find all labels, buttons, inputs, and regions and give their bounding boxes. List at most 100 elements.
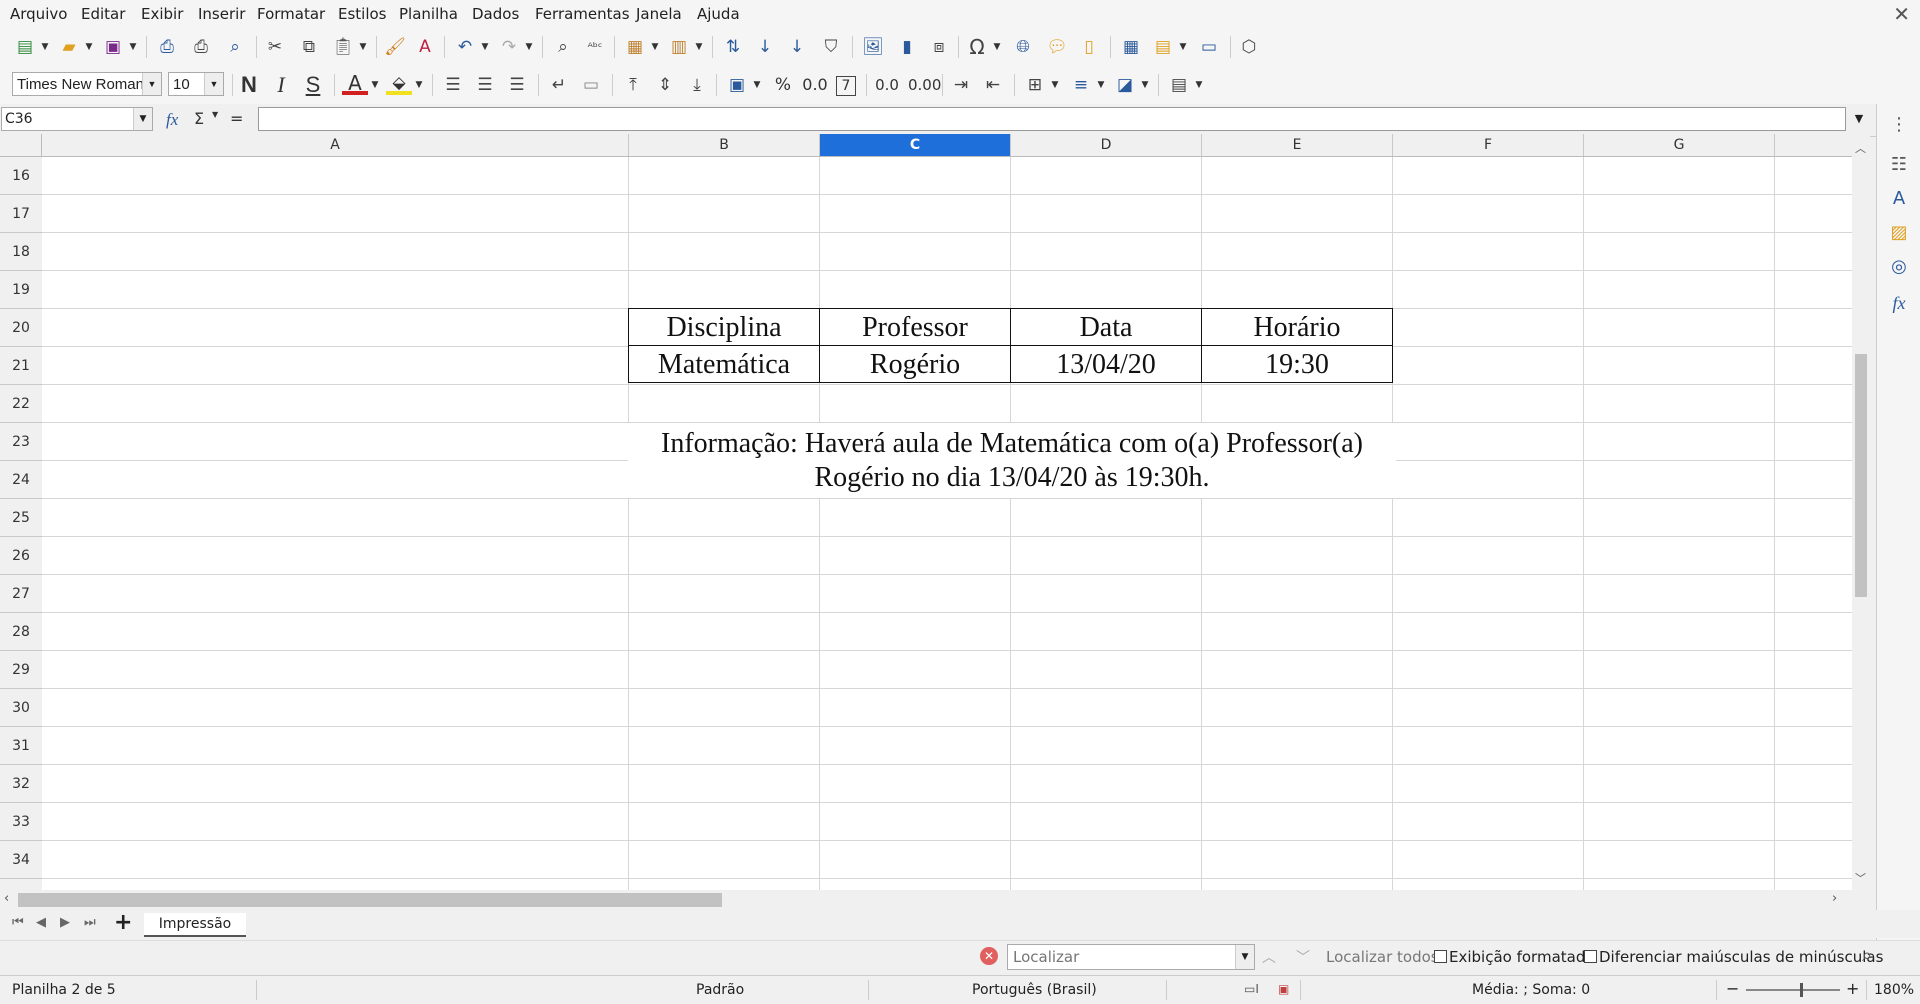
gallery-icon[interactable]: ▨: [1886, 220, 1912, 246]
row-header[interactable]: 31: [0, 727, 42, 765]
last-sheet-icon[interactable]: ⏭: [84, 915, 96, 930]
table-value-cell[interactable]: Rogério: [819, 345, 1011, 383]
row-header[interactable]: 19: [0, 271, 42, 309]
formula-button[interactable]: =: [230, 109, 243, 128]
print-preview-icon[interactable]: ⌕: [222, 35, 248, 59]
find-previous-icon[interactable]: ︿: [1262, 947, 1276, 967]
function-wizard-button[interactable]: fx: [166, 110, 178, 130]
row-header[interactable]: 24: [0, 461, 42, 499]
clear-formatting-icon[interactable]: A: [412, 35, 438, 59]
table-header-cell[interactable]: Data: [1010, 308, 1202, 346]
close-document-icon[interactable]: ✕: [1893, 2, 1910, 26]
formatted-display-check[interactable]: [1434, 950, 1447, 963]
menu-exibir[interactable]: Exibir: [141, 5, 183, 23]
insert-chart-icon[interactable]: ▮: [894, 35, 920, 59]
find-replace-dialog-icon[interactable]: ⌕: [1862, 945, 1872, 966]
functions-icon[interactable]: fx: [1886, 290, 1912, 316]
column-header-f[interactable]: F: [1393, 134, 1584, 156]
merge-cells-icon[interactable]: ▭: [578, 73, 604, 97]
navigator-icon[interactable]: ◎: [1886, 254, 1912, 280]
conditional-format-dropdown-icon[interactable]: ▼: [1194, 73, 1204, 97]
scroll-up-icon[interactable]: ︿: [1855, 140, 1866, 156]
border-color-dropdown-icon[interactable]: ▼: [1140, 73, 1150, 97]
row-header[interactable]: 30: [0, 689, 42, 727]
menu-ajuda[interactable]: Ajuda: [697, 5, 740, 23]
autofilter-icon[interactable]: ⛉: [818, 35, 844, 59]
show-draw-functions-icon[interactable]: ⬡: [1236, 35, 1262, 59]
open-dropdown-icon[interactable]: ▼: [84, 35, 94, 59]
align-right-icon[interactable]: ☰: [504, 73, 530, 97]
table-value-cell[interactable]: 19:30: [1201, 345, 1393, 383]
sort-descending-icon[interactable]: ↓: [784, 35, 810, 59]
save-icon[interactable]: ▣: [100, 35, 126, 59]
conditional-format-icon[interactable]: ▤: [1166, 73, 1192, 97]
font-name-dropdown-icon[interactable]: ▼: [142, 73, 161, 95]
row-header[interactable]: 17: [0, 195, 42, 233]
sum-button[interactable]: Σ: [194, 109, 204, 128]
horizontal-scrollbar[interactable]: ‹ ›: [0, 890, 1852, 910]
percent-format-button[interactable]: %: [770, 73, 796, 97]
underline-button[interactable]: S: [300, 73, 326, 97]
row-dropdown-icon[interactable]: ▼: [650, 35, 660, 59]
menu-arquivo[interactable]: Arquivo: [10, 5, 67, 23]
scroll-left-icon[interactable]: ‹: [4, 891, 9, 906]
sidebar-menu-icon[interactable]: ⋮: [1886, 112, 1912, 138]
font-name-box[interactable]: Times New Roman ▼: [12, 72, 162, 96]
document-modified-icon[interactable]: ▣: [1278, 982, 1289, 996]
currency-format-icon[interactable]: ▣: [724, 73, 750, 97]
sheet-tab-impressao[interactable]: Impressão: [144, 913, 246, 937]
match-case-check[interactable]: [1584, 950, 1597, 963]
freeze-dropdown-icon[interactable]: ▼: [1178, 35, 1188, 59]
date-format-icon[interactable]: 7: [836, 76, 856, 96]
paste-icon[interactable]: 📋︎: [330, 35, 356, 59]
menu-estilos[interactable]: Estilos: [338, 5, 387, 23]
table-value-cell[interactable]: Matemática: [628, 345, 820, 383]
increase-indent-icon[interactable]: ⇥: [948, 73, 974, 97]
match-case-checkbox[interactable]: Diferenciar maiúsculas de minúsculas: [1584, 948, 1883, 966]
zoom-slider[interactable]: [1746, 983, 1840, 997]
next-sheet-icon[interactable]: ▶: [60, 915, 70, 930]
menu-dados[interactable]: Dados: [472, 5, 519, 23]
row-header[interactable]: 28: [0, 613, 42, 651]
print-icon[interactable]: ⎙: [188, 35, 214, 59]
header-footer-icon[interactable]: ▯: [1076, 35, 1102, 59]
highlight-color-icon[interactable]: ⬙: [386, 73, 412, 95]
border-color-icon[interactable]: ◪: [1112, 73, 1138, 97]
row-header[interactable]: 18: [0, 233, 42, 271]
paste-dropdown-icon[interactable]: ▼: [358, 35, 368, 59]
name-box[interactable]: C36 ▼: [1, 107, 153, 131]
row-header[interactable]: 33: [0, 803, 42, 841]
add-sheet-icon[interactable]: +: [114, 910, 132, 935]
decrease-indent-icon[interactable]: ⇤: [980, 73, 1006, 97]
undo-dropdown-icon[interactable]: ▼: [480, 35, 490, 59]
remove-decimal-button[interactable]: 0.00: [908, 73, 941, 97]
menu-janela[interactable]: Janela: [636, 5, 682, 23]
select-all-corner[interactable]: [0, 134, 42, 156]
freeze-rows-icon[interactable]: ▤: [1150, 35, 1176, 59]
clone-formatting-icon[interactable]: 🖌︎: [382, 35, 408, 59]
column-dropdown-icon[interactable]: ▼: [694, 35, 704, 59]
menu-planilha[interactable]: Planilha: [399, 5, 458, 23]
sort-ascending-icon[interactable]: ↓: [752, 35, 778, 59]
borders-icon[interactable]: ⊞: [1022, 73, 1048, 97]
font-color-dropdown-icon[interactable]: ▼: [370, 73, 380, 97]
menu-ferramentas[interactable]: Ferramentas: [535, 5, 630, 23]
new-document-icon[interactable]: ▤: [12, 35, 38, 59]
find-all-button[interactable]: Localizar todos: [1326, 948, 1439, 966]
column-icon[interactable]: ▥: [666, 35, 692, 59]
table-header-cell[interactable]: Professor: [819, 308, 1011, 346]
selection-summary[interactable]: Média: ; Soma: 0: [1472, 982, 1590, 998]
row-header[interactable]: 26: [0, 537, 42, 575]
close-find-bar-icon[interactable]: ✕: [980, 947, 998, 965]
menu-inserir[interactable]: Inserir: [198, 5, 245, 23]
font-color-icon[interactable]: A: [342, 73, 368, 95]
open-folder-icon[interactable]: ▰: [56, 35, 82, 59]
column-header-a[interactable]: A: [42, 134, 629, 156]
italic-button[interactable]: I: [268, 73, 294, 97]
new-dropdown-icon[interactable]: ▼: [40, 35, 50, 59]
row-header[interactable]: 16: [0, 157, 42, 195]
row-header[interactable]: 27: [0, 575, 42, 613]
styles-icon[interactable]: A: [1886, 186, 1912, 212]
redo-dropdown-icon[interactable]: ▼: [524, 35, 534, 59]
find-history-dropdown-icon[interactable]: ▼: [1235, 945, 1254, 969]
